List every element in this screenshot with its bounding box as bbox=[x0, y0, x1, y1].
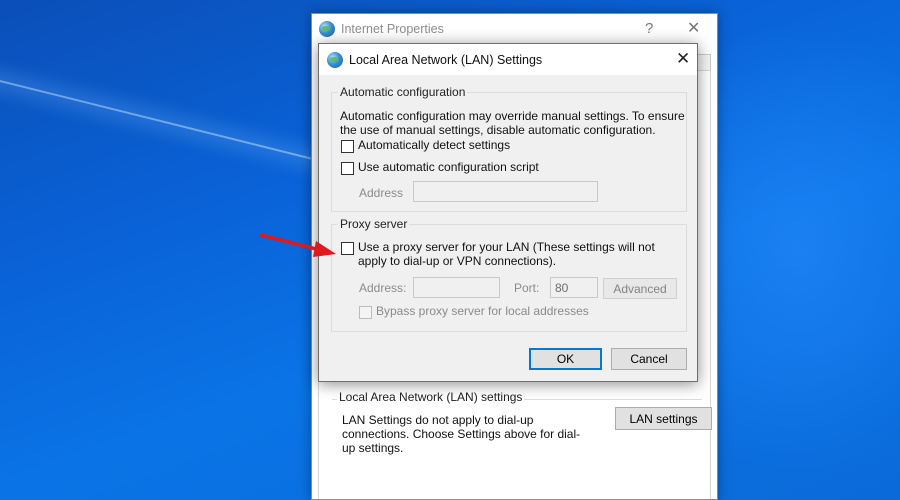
detect-settings-option[interactable]: Automatically detect settings bbox=[341, 138, 511, 153]
use-proxy-label: Use a proxy server for your LAN (These s… bbox=[358, 240, 655, 268]
advanced-button: Advanced bbox=[603, 278, 677, 299]
config-script-option[interactable]: Use automatic configuration script bbox=[341, 160, 539, 175]
proxy-address-field bbox=[413, 277, 500, 298]
detect-settings-label: Automatically detect settings bbox=[358, 138, 511, 152]
dialog-close-icon[interactable]: ✕ bbox=[676, 49, 690, 69]
bypass-proxy-option: Bypass proxy server for local addresses bbox=[359, 304, 589, 319]
lan-settings-dialog: Local Area Network (LAN) Settings ✕ Auto… bbox=[318, 43, 698, 382]
proxy-port-label: Port: bbox=[514, 281, 540, 295]
dialog-title: Local Area Network (LAN) Settings bbox=[349, 52, 543, 67]
ok-button[interactable]: OK bbox=[529, 348, 602, 370]
internet-properties-titlebar: Internet Properties ? ✕ bbox=[312, 14, 717, 44]
bypass-proxy-checkbox bbox=[359, 306, 372, 319]
lan-settings-description: LAN Settings do not apply to dial-up con… bbox=[342, 413, 581, 455]
red-arrow-annotation bbox=[259, 233, 336, 257]
use-proxy-option[interactable]: Use a proxy server for your LAN (These s… bbox=[341, 240, 681, 268]
internet-globe-icon bbox=[319, 21, 335, 37]
detect-settings-checkbox[interactable] bbox=[341, 140, 354, 153]
cancel-button[interactable]: Cancel bbox=[611, 348, 687, 370]
script-address-label: Address bbox=[359, 186, 404, 200]
lan-settings-legend: Local Area Network (LAN) settings bbox=[337, 390, 525, 404]
config-script-label: Use automatic configuration script bbox=[358, 160, 539, 174]
close-icon[interactable]: ✕ bbox=[687, 18, 700, 38]
proxy-port-field: 80 bbox=[550, 277, 598, 298]
bypass-proxy-label: Bypass proxy server for local addresses bbox=[376, 304, 589, 318]
script-address-field bbox=[413, 181, 598, 202]
lan-settings-group: Local Area Network (LAN) settings LAN Se… bbox=[332, 390, 712, 455]
internet-properties-title: Internet Properties bbox=[341, 22, 444, 36]
dialog-globe-icon bbox=[327, 51, 343, 68]
config-script-checkbox[interactable] bbox=[341, 162, 354, 175]
arrow-shaft bbox=[259, 233, 322, 252]
proxy-address-label: Address: bbox=[359, 281, 407, 295]
dialog-titlebar: Local Area Network (LAN) Settings bbox=[319, 44, 697, 75]
proxy-server-legend: Proxy server bbox=[338, 217, 410, 231]
use-proxy-checkbox[interactable] bbox=[341, 242, 354, 255]
tab-edge bbox=[697, 54, 711, 70]
arrow-head bbox=[313, 241, 336, 257]
automatic-configuration-group: Automatic configuration Automatic config… bbox=[331, 85, 687, 212]
proxy-server-group: Proxy server Use a proxy server for your… bbox=[331, 217, 687, 332]
automatic-configuration-legend: Automatic configuration bbox=[338, 85, 468, 99]
automatic-configuration-description: Automatic configuration may override man… bbox=[340, 109, 685, 137]
help-button[interactable]: ? bbox=[645, 20, 653, 37]
lan-settings-button[interactable]: LAN settings bbox=[615, 407, 712, 430]
